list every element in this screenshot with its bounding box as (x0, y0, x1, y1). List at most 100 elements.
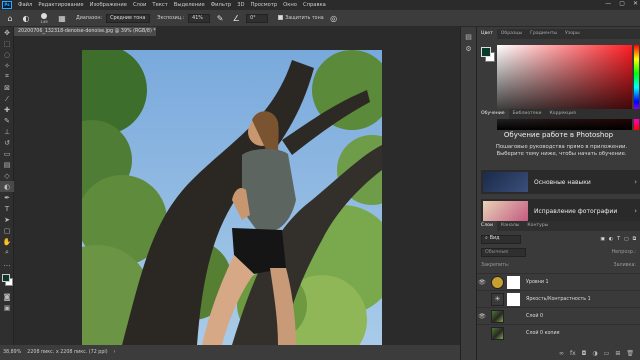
card-thumbnail (483, 201, 528, 221)
hand-tool-icon[interactable]: ✋ (0, 236, 14, 247)
type-tool-icon[interactable]: T (0, 203, 14, 214)
menu-filter[interactable]: Фильтр (208, 2, 235, 8)
canvas-area[interactable] (14, 36, 460, 345)
menu-layers[interactable]: Слои (130, 2, 149, 8)
foreground-color-swatch[interactable] (2, 274, 10, 282)
range-select[interactable]: Средние тона (106, 13, 151, 23)
menu-edit[interactable]: Редактирование (35, 2, 86, 8)
tab-layers[interactable]: Слои (477, 221, 497, 231)
pressure-size-icon[interactable]: ◎ (328, 13, 340, 24)
layer-row[interactable]: 👁 Уровни 1 (477, 273, 640, 290)
angle-field[interactable]: 0° (246, 13, 269, 23)
pen-tool-icon[interactable]: ✒ (0, 192, 14, 203)
marquee-tool-icon[interactable]: ⬚ (0, 38, 14, 49)
tab-libraries[interactable]: Библиотеки (509, 109, 546, 119)
history-panel-icon[interactable]: ▤ (461, 33, 476, 45)
photo-layer-thumbnail (491, 309, 504, 323)
layer-row[interactable]: ☀ Яркость/Контрастность 1 (477, 290, 640, 307)
layer-row[interactable]: Слой 0 копия (477, 324, 640, 341)
layer-name[interactable]: Уровни 1 (526, 280, 549, 285)
menu-file[interactable]: Файл (15, 2, 35, 8)
layer-style-icon[interactable]: fx (570, 350, 576, 357)
add-mask-icon[interactable]: ◘ (582, 350, 587, 357)
tab-paths[interactable]: Контуры (523, 221, 552, 231)
more-tools-icon[interactable]: … (0, 258, 14, 269)
crop-tool-icon[interactable]: ⌗ (0, 71, 14, 82)
status-arrow-icon[interactable]: › (114, 350, 116, 355)
layer-name[interactable]: Яркость/Контрастность 1 (526, 297, 591, 302)
properties-panel-icon[interactable]: ⚙ (461, 45, 476, 57)
blend-mode-select[interactable]: Обычные (481, 247, 526, 257)
eraser-tool-icon[interactable]: ▭ (0, 148, 14, 159)
brush-tool-icon[interactable]: ✎ (0, 115, 14, 126)
airbrush-icon[interactable]: ✎ (214, 13, 226, 24)
close-button[interactable]: ✕ (633, 0, 638, 7)
tab-adjustments[interactable]: Коррекция (546, 109, 580, 119)
adjustment-layer-icon[interactable]: ◑ (592, 350, 597, 357)
tab-channels[interactable]: Каналы (497, 221, 523, 231)
quick-select-tool-icon[interactable]: ✧ (0, 60, 14, 71)
tab-patterns[interactable]: Узоры (561, 29, 584, 39)
panel-foreground-swatch[interactable] (481, 47, 491, 57)
tab-gradients[interactable]: Градиенты (526, 29, 561, 39)
eyedropper-tool-icon[interactable]: ⁄ (0, 93, 14, 104)
brush-settings-icon[interactable]: ▦ (56, 13, 68, 24)
move-tool-icon[interactable]: ✥ (0, 27, 14, 38)
tab-color[interactable]: Цвет (477, 29, 497, 39)
layer-row[interactable]: 👁 Слой 0 (477, 307, 640, 324)
layer-name[interactable]: Слой 0 копия (526, 331, 560, 336)
zoom-level[interactable]: 38,89% (3, 350, 21, 355)
lock-fill-row: Закрепить: Заливка: (481, 260, 636, 270)
filter-shape-icon[interactable]: ▢ (624, 237, 629, 242)
document-photo[interactable] (82, 50, 382, 345)
layer-kind-select[interactable]: ⌕ Вид (481, 234, 521, 244)
clone-stamp-tool-icon[interactable]: ⊥ (0, 126, 14, 137)
panel-icon-strip: ▤ ⚙ (460, 27, 477, 360)
document-tab[interactable]: 20200706_132318-denoise-denoise.jpg @ 39… (14, 27, 156, 36)
visibility-eye-icon[interactable]: 👁 (477, 279, 487, 286)
new-layer-icon[interactable]: ⊞ (615, 350, 620, 357)
sponge-tool-icon[interactable]: ◐ (0, 181, 14, 192)
zoom-tool-icon[interactable]: ⌕ (0, 247, 14, 258)
sponge-tool-icon[interactable]: ◐ (20, 13, 32, 24)
path-select-tool-icon[interactable]: ➤ (0, 214, 14, 225)
color-swatches[interactable] (0, 273, 13, 291)
protect-tones-checkbox[interactable]: Защитить тона (278, 15, 324, 21)
healing-brush-tool-icon[interactable]: ✚ (0, 104, 14, 115)
menu-3d[interactable]: 3D (234, 2, 247, 8)
screen-mode-icon[interactable]: ▣ (0, 302, 14, 313)
link-layers-icon[interactable]: ∞ (559, 350, 564, 357)
document-info[interactable]: 2208 пикс. x 2208 пикс. (72 ppi) (27, 350, 107, 355)
learn-card-photo-fix[interactable]: Исправление фотографии › (481, 199, 640, 223)
menu-window[interactable]: Окно (280, 2, 300, 8)
learn-card-basics[interactable]: Основные навыки › (481, 170, 640, 194)
menu-select[interactable]: Выделение (171, 2, 208, 8)
group-icon[interactable]: ▭ (604, 350, 610, 357)
gradient-tool-icon[interactable]: ▤ (0, 159, 14, 170)
tab-swatches[interactable]: Образцы (497, 29, 526, 39)
filter-smart-icon[interactable]: ⧉ (633, 236, 636, 242)
filter-adjustment-icon[interactable]: ◐ (609, 237, 613, 242)
rectangle-tool-icon[interactable]: ▢ (0, 225, 14, 236)
layer-mask-thumbnail (507, 292, 520, 306)
filter-pixel-icon[interactable]: ▣ (600, 237, 605, 242)
menu-image[interactable]: Изображение (87, 2, 130, 8)
visibility-eye-icon[interactable]: 👁 (477, 313, 487, 320)
history-brush-tool-icon[interactable]: ↺ (0, 137, 14, 148)
tab-learn[interactable]: Обучение (477, 109, 509, 119)
menu-help[interactable]: Справка (300, 2, 329, 8)
layer-name[interactable]: Слой 0 (526, 314, 543, 319)
menu-view[interactable]: Просмотр (248, 2, 281, 8)
exposure-field[interactable]: 41% (188, 13, 211, 23)
maximize-button[interactable]: ▢ (619, 0, 625, 7)
filter-type-icon[interactable]: T (617, 237, 620, 242)
blur-tool-icon[interactable]: ◇ (0, 170, 14, 181)
menu-type[interactable]: Текст (149, 2, 170, 8)
home-icon[interactable]: ⌂ (4, 13, 16, 24)
minimize-button[interactable]: — (605, 0, 611, 7)
frame-tool-icon[interactable]: ⊠ (0, 82, 14, 93)
brush-preset-picker[interactable]: 149 (36, 12, 52, 24)
trash-icon[interactable]: 🗑 (626, 350, 634, 357)
lasso-tool-icon[interactable]: ◌ (0, 49, 14, 60)
quick-mask-icon[interactable]: ◙ (0, 291, 14, 302)
